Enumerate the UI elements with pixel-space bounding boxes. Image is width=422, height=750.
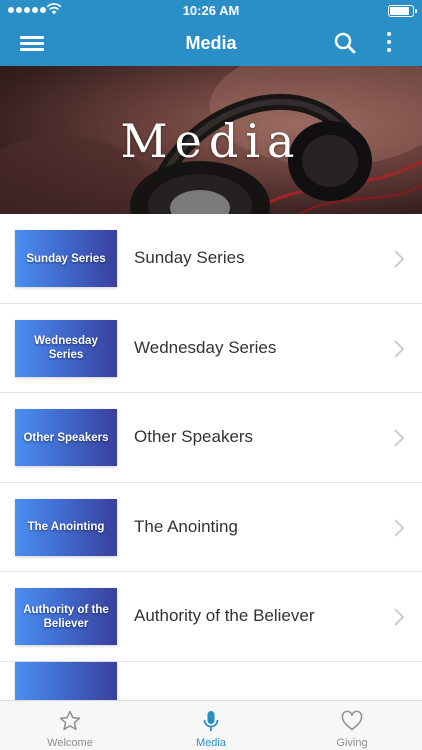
star-icon [59,710,81,731]
list-item[interactable]: Sunday Series Sunday Series [0,214,422,304]
tab-label: Welcome [47,737,93,749]
navigation-bar: Media [0,22,422,66]
item-label: Authority of the Believer [134,606,315,625]
list-item-partial[interactable] [0,661,422,702]
chevron-right-icon [394,608,404,626]
heart-icon [341,710,363,731]
item-thumbnail: Other Speakers [15,409,117,466]
tab-media[interactable]: Media [141,701,281,750]
tab-bar: Welcome Media Giving [0,700,422,750]
app: 10:26 AM Media Media Sunday Series Sunda… [0,0,422,750]
chevron-right-icon [394,429,404,447]
chevron-right-icon [394,339,404,358]
item-label: Other Speakers [134,427,254,446]
chevron-right-icon [394,250,404,268]
item-thumbnail: Wednesday Series [15,319,117,377]
search-icon[interactable] [334,32,356,54]
item-thumbnail [15,661,117,702]
chevron-right-icon [394,518,404,537]
top-bar: 10:26 AM Media [0,0,422,66]
list-item[interactable]: Authority of the Believer Authority of t… [0,572,422,662]
more-options-icon[interactable] [383,31,395,55]
item-label: Sunday Series [134,248,245,267]
list-item[interactable]: Other Speakers Other Speakers [0,393,422,483]
item-thumbnail: Sunday Series [15,230,117,287]
list-item[interactable]: Wednesday Series Wednesday Series [0,303,422,393]
media-list: Sunday Series Sunday Series Wednesday Se… [0,214,422,702]
tab-welcome[interactable]: Welcome [0,701,140,750]
tab-giving[interactable]: Giving [282,701,422,750]
item-thumbnail: The Anointing [15,498,117,556]
battery-icon [388,5,417,17]
hero-banner: Media [0,66,422,214]
status-bar: 10:26 AM [0,0,422,22]
list-item[interactable]: The Anointing The Anointing [0,482,422,572]
status-time: 10:26 AM [182,3,240,18]
item-thumbnail: Authority of the Believer [15,588,117,645]
item-label: The Anointing [134,516,238,536]
tab-label: Giving [336,737,368,749]
hero-title: Media [120,114,302,168]
item-label: Wednesday Series [134,337,277,357]
tab-label: Media [196,737,226,749]
page-title: Media [185,33,237,53]
microphone-icon [203,711,219,731]
